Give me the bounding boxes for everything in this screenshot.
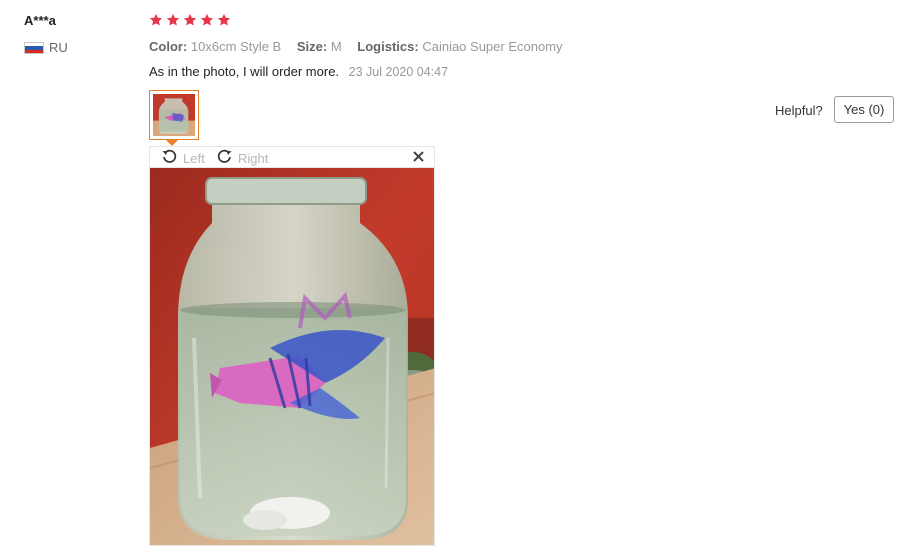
star-icon [149, 13, 163, 26]
review-text: As in the photo, I will order more. [149, 64, 340, 79]
russia-flag-icon [24, 42, 44, 54]
star-icon [217, 13, 231, 26]
close-icon[interactable] [410, 148, 426, 165]
attr-color-value: 10x6cm Style B [190, 39, 282, 54]
reviewer-country: RU [49, 40, 68, 55]
review-comment: As in the photo, I will order more. 23 J… [149, 64, 448, 79]
photo-viewer-toolbar: Left Right [149, 146, 435, 167]
thumbnail-image [153, 94, 195, 136]
rotate-left-button[interactable]: Left [161, 148, 205, 168]
attr-logistics-label: Logistics: [357, 39, 419, 54]
rotate-left-label: Left [183, 150, 205, 166]
star-rating [149, 13, 231, 27]
rotate-right-label: Right [238, 150, 269, 166]
star-icon [166, 13, 180, 26]
rotate-right-icon [216, 148, 233, 168]
star-icon [200, 13, 214, 26]
star-icon [183, 13, 197, 26]
helpful-yes-button[interactable]: Yes (0) [834, 96, 894, 123]
review-photo [149, 167, 435, 546]
order-attributes: Color: 10x6cm Style B Size: M Logistics:… [149, 39, 563, 54]
attr-color-label: Color: [149, 39, 188, 54]
helpful-label: Helpful? [775, 103, 823, 118]
photo-thumbnail[interactable] [149, 90, 199, 140]
rotate-right-button[interactable]: Right [216, 148, 268, 168]
attr-logistics-value: Cainiao Super Economy [422, 39, 563, 54]
attr-size-value: M [330, 39, 342, 54]
attr-size-label: Size: [296, 39, 328, 54]
reviewer-name: A***a [24, 13, 56, 28]
review-date: 23 Jul 2020 04:47 [348, 65, 449, 79]
rotate-left-icon [161, 148, 178, 168]
